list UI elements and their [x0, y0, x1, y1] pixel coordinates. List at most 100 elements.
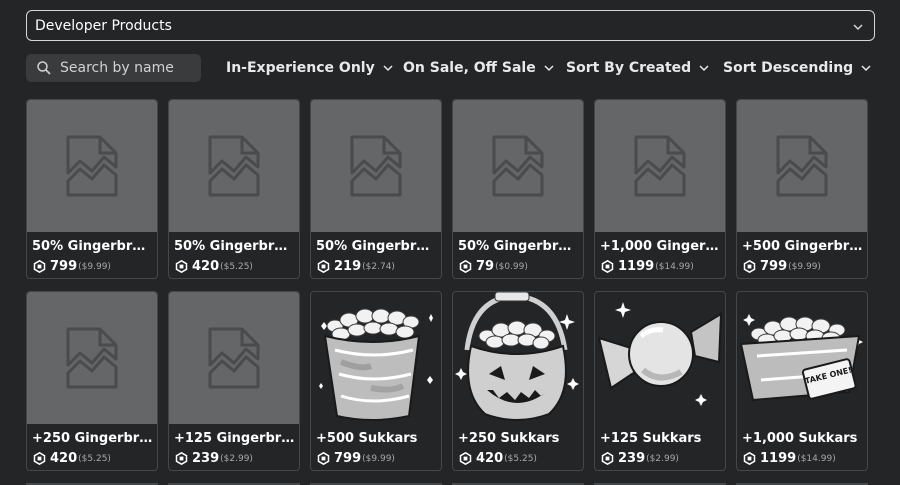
wrapped-candy-icon [597, 302, 723, 406]
candy-bucket-icon [319, 308, 433, 421]
product-type-label: Developer Products [35, 17, 172, 34]
product-card[interactable]: +500 Sukkars 799 ($9.99) [310, 291, 442, 471]
product-name: 50% Gingerbread [316, 239, 438, 254]
usd-price: ($2.99) [220, 453, 253, 464]
product-price: 219 ($2.74) [317, 259, 395, 274]
robux-icon [459, 452, 472, 465]
product-price: 239 ($2.99) [175, 451, 253, 466]
product-card[interactable]: 50% Gingerbread 219 ($2.74) [310, 99, 442, 279]
placeholder-image-icon [634, 135, 686, 197]
product-price: 420 ($5.25) [175, 259, 253, 274]
product-name: +1,000 Sukkars [742, 431, 858, 446]
product-thumbnail [453, 292, 583, 424]
usd-price: ($14.99) [655, 261, 694, 272]
product-price: 420 ($5.25) [459, 451, 537, 466]
chevron-down-icon [852, 18, 864, 37]
product-name: +125 Sukkars [600, 431, 702, 446]
robux-amount: 219 [334, 259, 362, 274]
robux-icon [601, 452, 614, 465]
product-price: 1199 ($14.99) [743, 451, 836, 466]
robux-amount: 420 [476, 451, 504, 466]
product-name: +125 Gingerbread [174, 431, 296, 446]
robux-amount: 799 [760, 259, 788, 274]
product-thumbnail [453, 100, 583, 232]
robux-amount: 799 [50, 259, 78, 274]
placeholder-image-icon [66, 327, 118, 389]
filter-label: On Sale, Off Sale [403, 60, 536, 76]
product-card[interactable]: +125 Sukkars 239 ($2.99) [594, 291, 726, 471]
usd-price: ($9.99) [362, 453, 395, 464]
chevron-down-icon [382, 62, 394, 74]
robux-amount: 420 [50, 451, 78, 466]
filter-sort-order[interactable]: Sort Descending [723, 58, 872, 78]
usd-price: ($0.99) [495, 261, 528, 272]
robux-amount: 420 [192, 259, 220, 274]
product-thumbnail [595, 292, 725, 424]
chevron-down-icon [860, 62, 872, 74]
product-thumbnail [169, 292, 299, 424]
product-card[interactable]: +500 Gingerbread 799 ($9.99) [736, 99, 868, 279]
product-grid: 50% Gingerbread 799 ($9.99) 50% Gingerbr… [26, 99, 871, 471]
product-thumbnail [27, 292, 157, 424]
product-card[interactable]: TAKE ONE! +1,000 Sukkars 1199 ($14.99) [736, 291, 868, 471]
product-name: 50% Gingerbread [458, 239, 580, 254]
candy-box-icon: TAKE ONE! [739, 314, 863, 402]
product-price: 799 ($9.99) [743, 259, 821, 274]
filter-sort-by[interactable]: Sort By Created [566, 58, 710, 78]
robux-amount: 799 [334, 451, 362, 466]
usd-price: ($5.25) [220, 261, 253, 272]
robux-icon [33, 452, 46, 465]
product-card[interactable]: 50% Gingerbread 79 ($0.99) [452, 99, 584, 279]
product-name: 50% Gingerbread [32, 239, 154, 254]
product-price: 420 ($5.25) [33, 451, 111, 466]
placeholder-image-icon [776, 135, 828, 197]
product-thumbnail [311, 100, 441, 232]
usd-price: ($14.99) [797, 453, 836, 464]
robux-icon [33, 260, 46, 273]
product-price: 239 ($2.99) [601, 451, 679, 466]
product-name: 50% Gingerbread [174, 239, 296, 254]
product-card[interactable]: +1,000 Gingerbread 1199 ($14.99) [594, 99, 726, 279]
robux-icon [175, 452, 188, 465]
usd-price: ($2.99) [646, 453, 679, 464]
usd-price: ($9.99) [78, 261, 111, 272]
product-card[interactable]: +250 Gingerbread 420 ($5.25) [26, 291, 158, 471]
filter-label: Sort Descending [723, 60, 854, 76]
robux-amount: 239 [618, 451, 646, 466]
robux-amount: 79 [476, 259, 495, 274]
placeholder-image-icon [208, 135, 260, 197]
product-card[interactable]: 50% Gingerbread 799 ($9.99) [26, 99, 158, 279]
robux-icon [743, 260, 756, 273]
usd-price: ($5.25) [504, 453, 537, 464]
search-icon [36, 60, 52, 76]
search-input[interactable] [58, 59, 197, 77]
chevron-down-icon [543, 62, 555, 74]
product-price: 1199 ($14.99) [601, 259, 694, 274]
robux-icon [317, 260, 330, 273]
product-thumbnail [595, 100, 725, 232]
product-card[interactable]: +250 Sukkars 420 ($5.25) [452, 291, 584, 471]
search-box[interactable] [26, 54, 201, 82]
product-thumbnail [27, 100, 157, 232]
usd-price: ($9.99) [788, 261, 821, 272]
robux-icon [743, 452, 756, 465]
robux-icon [175, 260, 188, 273]
product-thumbnail [311, 292, 441, 424]
robux-amount: 239 [192, 451, 220, 466]
filter-sale-status[interactable]: On Sale, Off Sale [403, 58, 555, 78]
placeholder-image-icon [492, 135, 544, 197]
filter-in-experience[interactable]: In-Experience Only [226, 58, 394, 78]
filter-label: Sort By Created [566, 60, 692, 76]
product-name: +500 Sukkars [316, 431, 418, 446]
filter-label: In-Experience Only [226, 60, 375, 76]
chevron-down-icon [698, 62, 710, 74]
robux-amount: 1199 [760, 451, 797, 466]
placeholder-image-icon [350, 135, 402, 197]
robux-icon [317, 452, 330, 465]
pumpkin-pail-icon [455, 292, 579, 421]
usd-price: ($2.74) [362, 261, 395, 272]
product-price: 799 ($9.99) [317, 451, 395, 466]
product-card[interactable]: 50% Gingerbread 420 ($5.25) [168, 99, 300, 279]
product-card[interactable]: +125 Gingerbread 239 ($2.99) [168, 291, 300, 471]
product-type-dropdown[interactable]: Developer Products [26, 10, 875, 41]
